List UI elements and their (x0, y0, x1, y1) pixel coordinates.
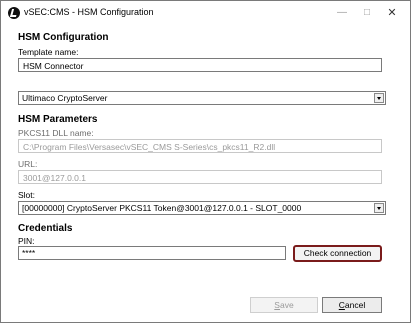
maximize-icon: □ (363, 7, 371, 18)
pkcs11-dll-label: PKCS11 DLL name: (18, 128, 94, 138)
check-connection-button[interactable]: Check connection (293, 245, 382, 262)
slot-value: [00000000] CryptoServer PKCS11 Token@300… (22, 203, 302, 213)
slot-label: Slot: (18, 190, 36, 200)
save-button[interactable]: Save (250, 297, 318, 313)
pin-input[interactable]: **** (18, 246, 286, 260)
hsm-configuration-dialog: vSEC:CMS - HSM Configuration — □ ✕ HSM C… (0, 0, 411, 323)
pin-label: PIN: (18, 236, 35, 246)
cancel-button[interactable]: Cancel (322, 297, 382, 313)
template-name-label: Template name: (18, 47, 79, 57)
chevron-down-icon[interactable] (374, 203, 384, 213)
url-label: URL: (18, 159, 38, 169)
hsm-provider-select[interactable]: Ultimaco CryptoServer (18, 91, 386, 105)
hsm-provider-value: Ultimaco CryptoServer (22, 93, 108, 103)
window-title: vSEC:CMS - HSM Configuration (24, 7, 154, 17)
template-name-input[interactable]: HSM Connector (18, 58, 382, 72)
pkcs11-dll-input[interactable]: C:\Program Files\Versasec\vSEC_CMS S-Ser… (18, 139, 382, 153)
minimize-icon: — (337, 7, 347, 18)
minimize-button[interactable]: — (329, 3, 355, 23)
url-input[interactable]: 3001@127.0.0.1 (18, 170, 382, 184)
slot-select[interactable]: [00000000] CryptoServer PKCS11 Token@300… (18, 201, 386, 215)
close-icon: ✕ (387, 7, 397, 19)
hsm-parameters-heading: HSM Parameters (18, 114, 98, 125)
app-icon (8, 7, 20, 19)
chevron-down-icon[interactable] (374, 93, 384, 103)
title-bar[interactable]: vSEC:CMS - HSM Configuration — □ ✕ (1, 1, 410, 25)
credentials-heading: Credentials (18, 223, 73, 234)
close-button[interactable]: ✕ (379, 3, 405, 23)
hsm-configuration-heading: HSM Configuration (18, 32, 109, 43)
maximize-button[interactable]: □ (354, 3, 380, 23)
